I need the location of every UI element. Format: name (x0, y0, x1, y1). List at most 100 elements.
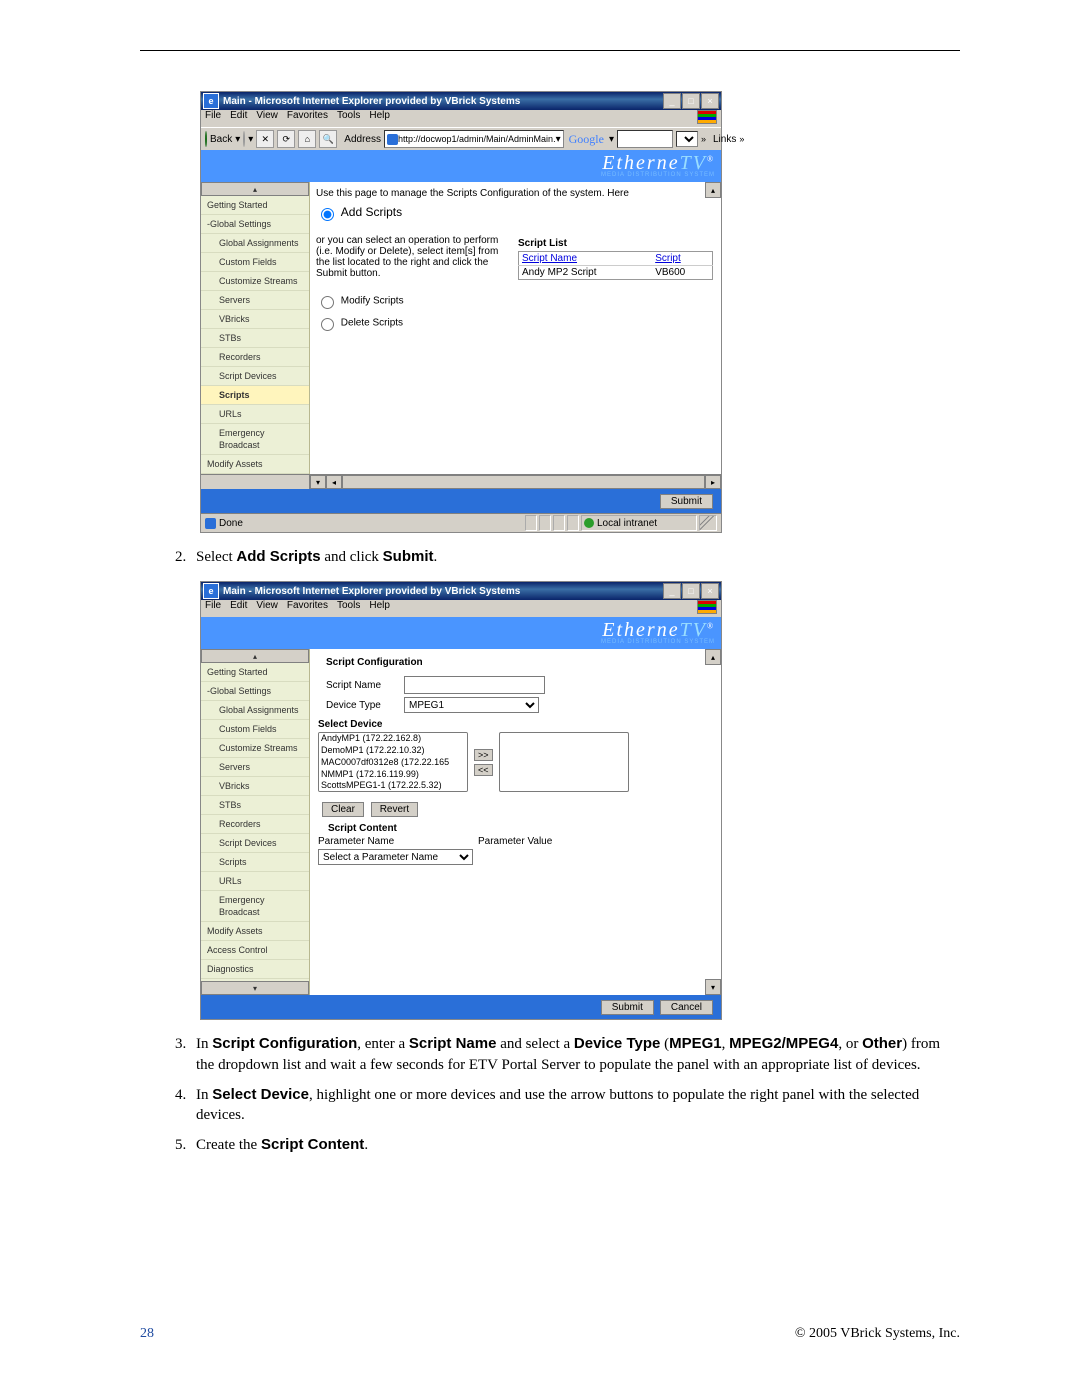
main-content: ▴ Script Configuration Script Name Devic… (310, 649, 721, 995)
sidebar-item[interactable]: Scripts (201, 386, 309, 405)
parameter-name-select[interactable]: Select a Parameter Name (318, 849, 473, 865)
radio-modify-scripts[interactable] (321, 296, 334, 309)
sidebar-item[interactable]: STBs (201, 796, 309, 815)
sidebar-item[interactable]: Global Assignments (201, 701, 309, 720)
script-content-header: Script Content (328, 823, 715, 834)
links-label[interactable]: Links (713, 134, 736, 145)
close-button[interactable]: × (701, 583, 719, 599)
sidebar-item[interactable]: Custom Fields (201, 720, 309, 739)
sidebar-item[interactable]: URLs (201, 872, 309, 891)
sidebar-item[interactable]: Customize Streams (201, 739, 309, 758)
sidebar-item[interactable]: Emergency Broadcast (201, 891, 309, 922)
menu-help[interactable]: Help (369, 600, 390, 617)
clear-button[interactable]: Clear (322, 802, 364, 817)
sidebar-item[interactable]: Script Devices (201, 834, 309, 853)
selected-device-list[interactable] (499, 732, 629, 792)
back-label[interactable]: Back (210, 134, 232, 145)
menu-view[interactable]: View (256, 600, 278, 617)
sidebar-item[interactable]: Servers (201, 758, 309, 777)
refresh-button[interactable]: ⟳ (277, 130, 295, 148)
horizontal-scrollbar[interactable]: ▾◂▸ (201, 474, 721, 489)
menu-edit[interactable]: Edit (230, 110, 247, 127)
sidebar-scroll-down[interactable]: ▾ (201, 981, 309, 995)
search-button[interactable]: 🔍 (319, 130, 337, 148)
home-button[interactable]: ⌂ (298, 130, 316, 148)
ie-icon: e (203, 93, 219, 109)
content-scroll-down[interactable]: ▾ (705, 979, 721, 995)
sidebar-item[interactable]: Access Control (201, 941, 309, 960)
button-band: Submit (201, 489, 721, 513)
sidebar-item[interactable]: Script Devices (201, 367, 309, 386)
script-name-input[interactable] (404, 676, 545, 694)
forward-icon[interactable] (243, 131, 245, 147)
sidebar-item[interactable]: Custom Fields (201, 253, 309, 272)
sidebar-item[interactable]: -Global Settings (201, 682, 309, 701)
back-icon[interactable] (205, 131, 207, 147)
submit-button[interactable]: Submit (601, 1000, 654, 1015)
sidebar-item[interactable]: Diagnostics (201, 960, 309, 979)
sidebar-item[interactable]: URLs (201, 405, 309, 424)
sidebar-item[interactable]: VBricks (201, 310, 309, 329)
submit-button[interactable]: Submit (660, 494, 713, 509)
parameter-value-label: Parameter Value (478, 836, 552, 847)
window-title: Main - Microsoft Internet Explorer provi… (223, 96, 663, 107)
address-field[interactable]: http://docwop1/admin/Main/AdminMain.▾ (384, 130, 564, 148)
sidebar-item[interactable]: Global Assignments (201, 234, 309, 253)
sidebar-item[interactable]: Customize Streams (201, 272, 309, 291)
google-search-input[interactable] (617, 130, 673, 148)
device-list[interactable]: AndyMP1 (172.22.162.8)DemoMP1 (172.22.10… (318, 732, 468, 792)
menubar: File Edit View Favorites Tools Help (201, 600, 721, 617)
table-row[interactable]: Andy MP2 Script VB600 (519, 266, 713, 280)
radio-add-scripts[interactable] (321, 208, 334, 221)
content-scroll-up[interactable]: ▴ (705, 649, 721, 665)
menu-file[interactable]: File (205, 600, 221, 617)
sidebar-item[interactable]: Emergency Broadcast (201, 424, 309, 455)
move-right-button[interactable]: >> (474, 749, 493, 761)
parameter-name-label: Parameter Name (318, 836, 478, 847)
menu-favorites[interactable]: Favorites (287, 110, 328, 127)
sidebar-item[interactable]: Recorders (201, 348, 309, 367)
toolbar-dropdown[interactable] (676, 131, 698, 147)
move-left-button[interactable]: << (474, 764, 493, 776)
menu-tools[interactable]: Tools (337, 600, 360, 617)
resize-grip[interactable] (699, 515, 717, 531)
stop-button[interactable]: ✕ (256, 130, 274, 148)
device-type-select[interactable]: MPEG1 (404, 697, 539, 713)
sidebar-item[interactable]: VBricks (201, 777, 309, 796)
menu-view[interactable]: View (256, 110, 278, 127)
radio-delete-scripts[interactable] (321, 318, 334, 331)
menu-file[interactable]: File (205, 110, 221, 127)
sidebar-item[interactable]: Modify Assets (201, 455, 309, 474)
revert-button[interactable]: Revert (371, 802, 418, 817)
sidebar-item[interactable]: Getting Started (201, 663, 309, 682)
menu-edit[interactable]: Edit (230, 600, 247, 617)
sidebar-scroll-up[interactable]: ▴ (201, 649, 309, 663)
content-scroll-up[interactable]: ▴ (705, 182, 721, 198)
security-zone: Local intranet (581, 515, 697, 531)
maximize-button[interactable]: □ (682, 583, 700, 599)
th-script-name[interactable]: Script Name (519, 252, 653, 266)
sidebar-item[interactable]: Recorders (201, 815, 309, 834)
sidebar-item[interactable]: Getting Started (201, 196, 309, 215)
minimize-button[interactable]: _ (663, 583, 681, 599)
sidebar-item[interactable]: STBs (201, 329, 309, 348)
close-button[interactable]: × (701, 93, 719, 109)
step-4: In Select Device, highlight one or more … (190, 1085, 960, 1126)
th-script[interactable]: Script (652, 252, 712, 266)
sidebar-scroll-up[interactable]: ▴ (201, 182, 309, 196)
step-3: In Script Configuration, enter a Script … (190, 1034, 960, 1075)
sidebar-item[interactable]: Modify Assets (201, 922, 309, 941)
menu-favorites[interactable]: Favorites (287, 600, 328, 617)
sidebar-item[interactable]: Servers (201, 291, 309, 310)
brand-band: EtherneTV® MEDIA DISTRIBUTION SYSTEM (201, 617, 721, 649)
menu-help[interactable]: Help (369, 110, 390, 127)
or-text: or you can select an operation to perfor… (316, 235, 511, 279)
menu-tools[interactable]: Tools (337, 110, 360, 127)
google-toolbar-label[interactable]: Google (569, 132, 604, 147)
minimize-button[interactable]: _ (663, 93, 681, 109)
sidebar-item[interactable]: -Global Settings (201, 215, 309, 234)
status-bar: Done Local intranet (201, 513, 721, 532)
maximize-button[interactable]: □ (682, 93, 700, 109)
cancel-button[interactable]: Cancel (660, 1000, 713, 1015)
sidebar-item[interactable]: Scripts (201, 853, 309, 872)
